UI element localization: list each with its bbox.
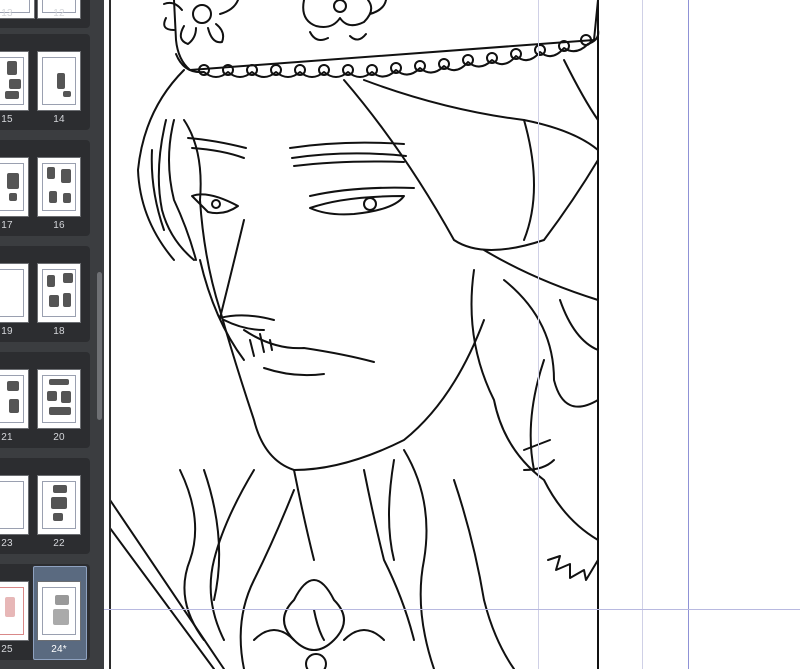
page-number-25: 25: [1, 644, 13, 655]
page-right-edge: [597, 0, 599, 669]
page-panel-scrollbar[interactable]: [97, 272, 102, 420]
page-thumbnail-19[interactable]: [0, 263, 29, 323]
page-number-16: 16: [53, 220, 65, 231]
page-number-12: 12: [53, 8, 65, 19]
page-number-21: 21: [1, 432, 13, 443]
page-management-panel: 13 12 15 14 17 16 19 18 21 20 23 22 25 2…: [0, 0, 104, 669]
page-number-22: 22: [53, 538, 65, 549]
page-thumbnail-20[interactable]: [37, 369, 81, 429]
page-number-14: 14: [53, 114, 65, 125]
spread-25-24[interactable]: 25 24*: [0, 564, 90, 660]
guide-line-vertical-2[interactable]: [642, 0, 643, 669]
spread-13-12[interactable]: 13 12: [0, 0, 90, 28]
page-thumbnail-25[interactable]: [0, 581, 29, 641]
spread-17-16[interactable]: 17 16: [0, 140, 90, 236]
page-number-18: 18: [53, 326, 65, 337]
page-thumbnail-15[interactable]: [0, 51, 29, 111]
page-thumbnail-17[interactable]: [0, 157, 29, 217]
page-thumbnail-16[interactable]: [37, 157, 81, 217]
guide-line-horizontal[interactable]: [104, 609, 800, 610]
guide-line-vertical-3[interactable]: [688, 0, 689, 669]
spread-15-14[interactable]: 15 14: [0, 34, 90, 130]
spread-21-20[interactable]: 21 20: [0, 352, 90, 448]
page-thumbnail-22[interactable]: [37, 475, 81, 535]
page-number-24-active: 24*: [51, 644, 67, 655]
guide-line-vertical-1[interactable]: [538, 0, 539, 669]
page-thumbnail-14[interactable]: [37, 51, 81, 111]
spread-23-22[interactable]: 23 22: [0, 458, 90, 554]
page-thumbnail-21[interactable]: [0, 369, 29, 429]
page-number-13: 13: [1, 8, 13, 19]
page-thumbnail-18[interactable]: [37, 263, 81, 323]
page-number-23: 23: [1, 538, 13, 549]
lineart-illustration: [104, 0, 600, 669]
page-thumbnail-23[interactable]: [0, 475, 29, 535]
page-number-17: 17: [1, 220, 13, 231]
spread-19-18[interactable]: 19 18: [0, 246, 90, 342]
page-thumbnail-24[interactable]: [37, 581, 81, 641]
page-number-19: 19: [1, 326, 13, 337]
canvas-left-border: [104, 0, 111, 669]
page-number-15: 15: [1, 114, 13, 125]
page-number-20: 20: [53, 432, 65, 443]
